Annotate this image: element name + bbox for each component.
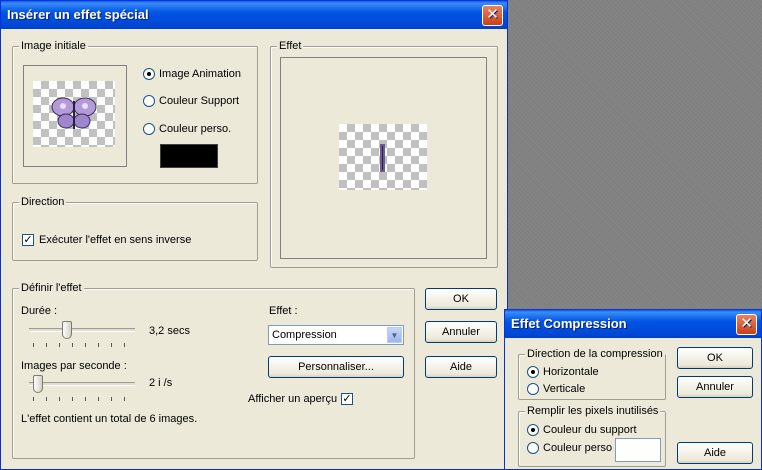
effet-preview-image [339, 124, 427, 190]
compression-annuler-button[interactable]: Annuler [677, 376, 753, 398]
compression-ok-button[interactable]: OK [677, 347, 753, 369]
radio-horizontale-label: Horizontale [543, 366, 599, 378]
apercu-label: Afficher un aperçu [248, 393, 338, 405]
remplir-pixels-group: Remplir les pixels inutilisés Couleur du… [518, 404, 666, 467]
compression-dialog: Effet Compression ✕ Direction de la comp… [504, 309, 762, 470]
personnaliser-button[interactable]: Personnaliser... [268, 356, 404, 378]
definir-effet-group: Définir l'effet Durée : 3,2 secs Images … [12, 281, 415, 459]
direction-label: Direction [19, 195, 67, 209]
direction-group: Direction ✓ Exécuter l'effet en sens inv… [12, 195, 258, 261]
radio-verticale-label: Verticale [543, 383, 586, 395]
close-button[interactable]: ✕ [482, 5, 503, 26]
radio-image-animation-label: Image Animation [159, 68, 241, 80]
effet-preview-group: Effet [270, 39, 498, 268]
annuler-button[interactable]: Annuler [425, 321, 497, 343]
compression-direction-label: Direction de la compression [525, 347, 665, 361]
radio-couleur-support[interactable] [143, 95, 155, 107]
radio-image-animation[interactable] [143, 68, 155, 80]
radio-couleur-du-support-label: Couleur du support [543, 424, 637, 436]
radio-couleur-perso-compression[interactable] [527, 442, 539, 454]
definir-effet-label: Définir l'effet [19, 281, 84, 295]
compression-dialog-titlebar[interactable]: Effet Compression ✕ [505, 310, 761, 338]
effet-preview-frame [280, 57, 487, 259]
ok-button[interactable]: OK [425, 288, 497, 310]
radio-couleur-perso[interactable] [143, 123, 155, 135]
main-dialog-titlebar[interactable]: Insérer un effet spécial ✕ [1, 1, 507, 29]
compressed-butterfly-icon [380, 144, 385, 172]
butterfly-icon [51, 97, 97, 129]
duree-slider-ticks [33, 343, 135, 347]
duree-value: 3,2 secs [149, 325, 190, 337]
effet-type-label: Effet : [269, 305, 298, 317]
effet-type-select[interactable]: Compression ▼ [268, 325, 404, 345]
apercu-checkbox[interactable]: ✓ [341, 393, 353, 405]
reverse-effect-checkbox[interactable]: ✓ [22, 234, 34, 246]
effet-type-selected: Compression [272, 329, 337, 341]
radio-verticale[interactable] [527, 383, 539, 395]
fps-slider-thumb[interactable] [33, 375, 43, 393]
fps-slider-track[interactable] [29, 382, 135, 386]
duree-label: Durée : [21, 305, 58, 317]
total-images-text: L'effet contient un total de 6 images. [21, 413, 198, 425]
compression-dialog-title: Effet Compression [511, 316, 627, 331]
initial-image-frame [23, 65, 127, 167]
chevron-down-icon[interactable]: ▼ [387, 327, 402, 343]
radio-couleur-du-support[interactable] [527, 424, 539, 436]
couleur-perso-swatch[interactable] [615, 438, 661, 462]
close-icon: ✕ [486, 6, 499, 23]
radio-couleur-perso-compression-label: Couleur perso [543, 442, 613, 454]
fps-value: 2 i /s [149, 377, 173, 389]
duree-slider-thumb[interactable] [62, 321, 72, 339]
radio-couleur-support-label: Couleur Support [159, 95, 240, 107]
custom-color-swatch[interactable] [160, 144, 218, 168]
compression-close-button[interactable]: ✕ [736, 314, 757, 335]
main-dialog: Insérer un effet spécial ✕ Image initial… [0, 0, 508, 470]
main-dialog-title: Insérer un effet spécial [7, 7, 149, 22]
aide-button[interactable]: Aide [425, 356, 497, 378]
close-icon: ✕ [740, 315, 753, 332]
compression-direction-group: Direction de la compression Horizontale … [518, 347, 666, 400]
image-initiale-group: Image initiale Image Animation Couleur S… [12, 39, 258, 184]
remplir-pixels-label: Remplir les pixels inutilisés [525, 404, 661, 418]
duree-slider-track[interactable] [29, 328, 135, 332]
compression-aide-button[interactable]: Aide [677, 442, 753, 464]
effet-preview-label: Effet [277, 39, 304, 53]
radio-couleur-perso-label: Couleur perso. [159, 123, 232, 135]
initial-image-preview [33, 81, 115, 147]
image-initiale-label: Image initiale [19, 39, 88, 53]
radio-horizontale[interactable] [527, 366, 539, 378]
fps-label: Images par seconde : [21, 360, 127, 372]
reverse-effect-label: Exécuter l'effet en sens inverse [39, 234, 192, 246]
fps-slider-ticks [33, 397, 135, 401]
